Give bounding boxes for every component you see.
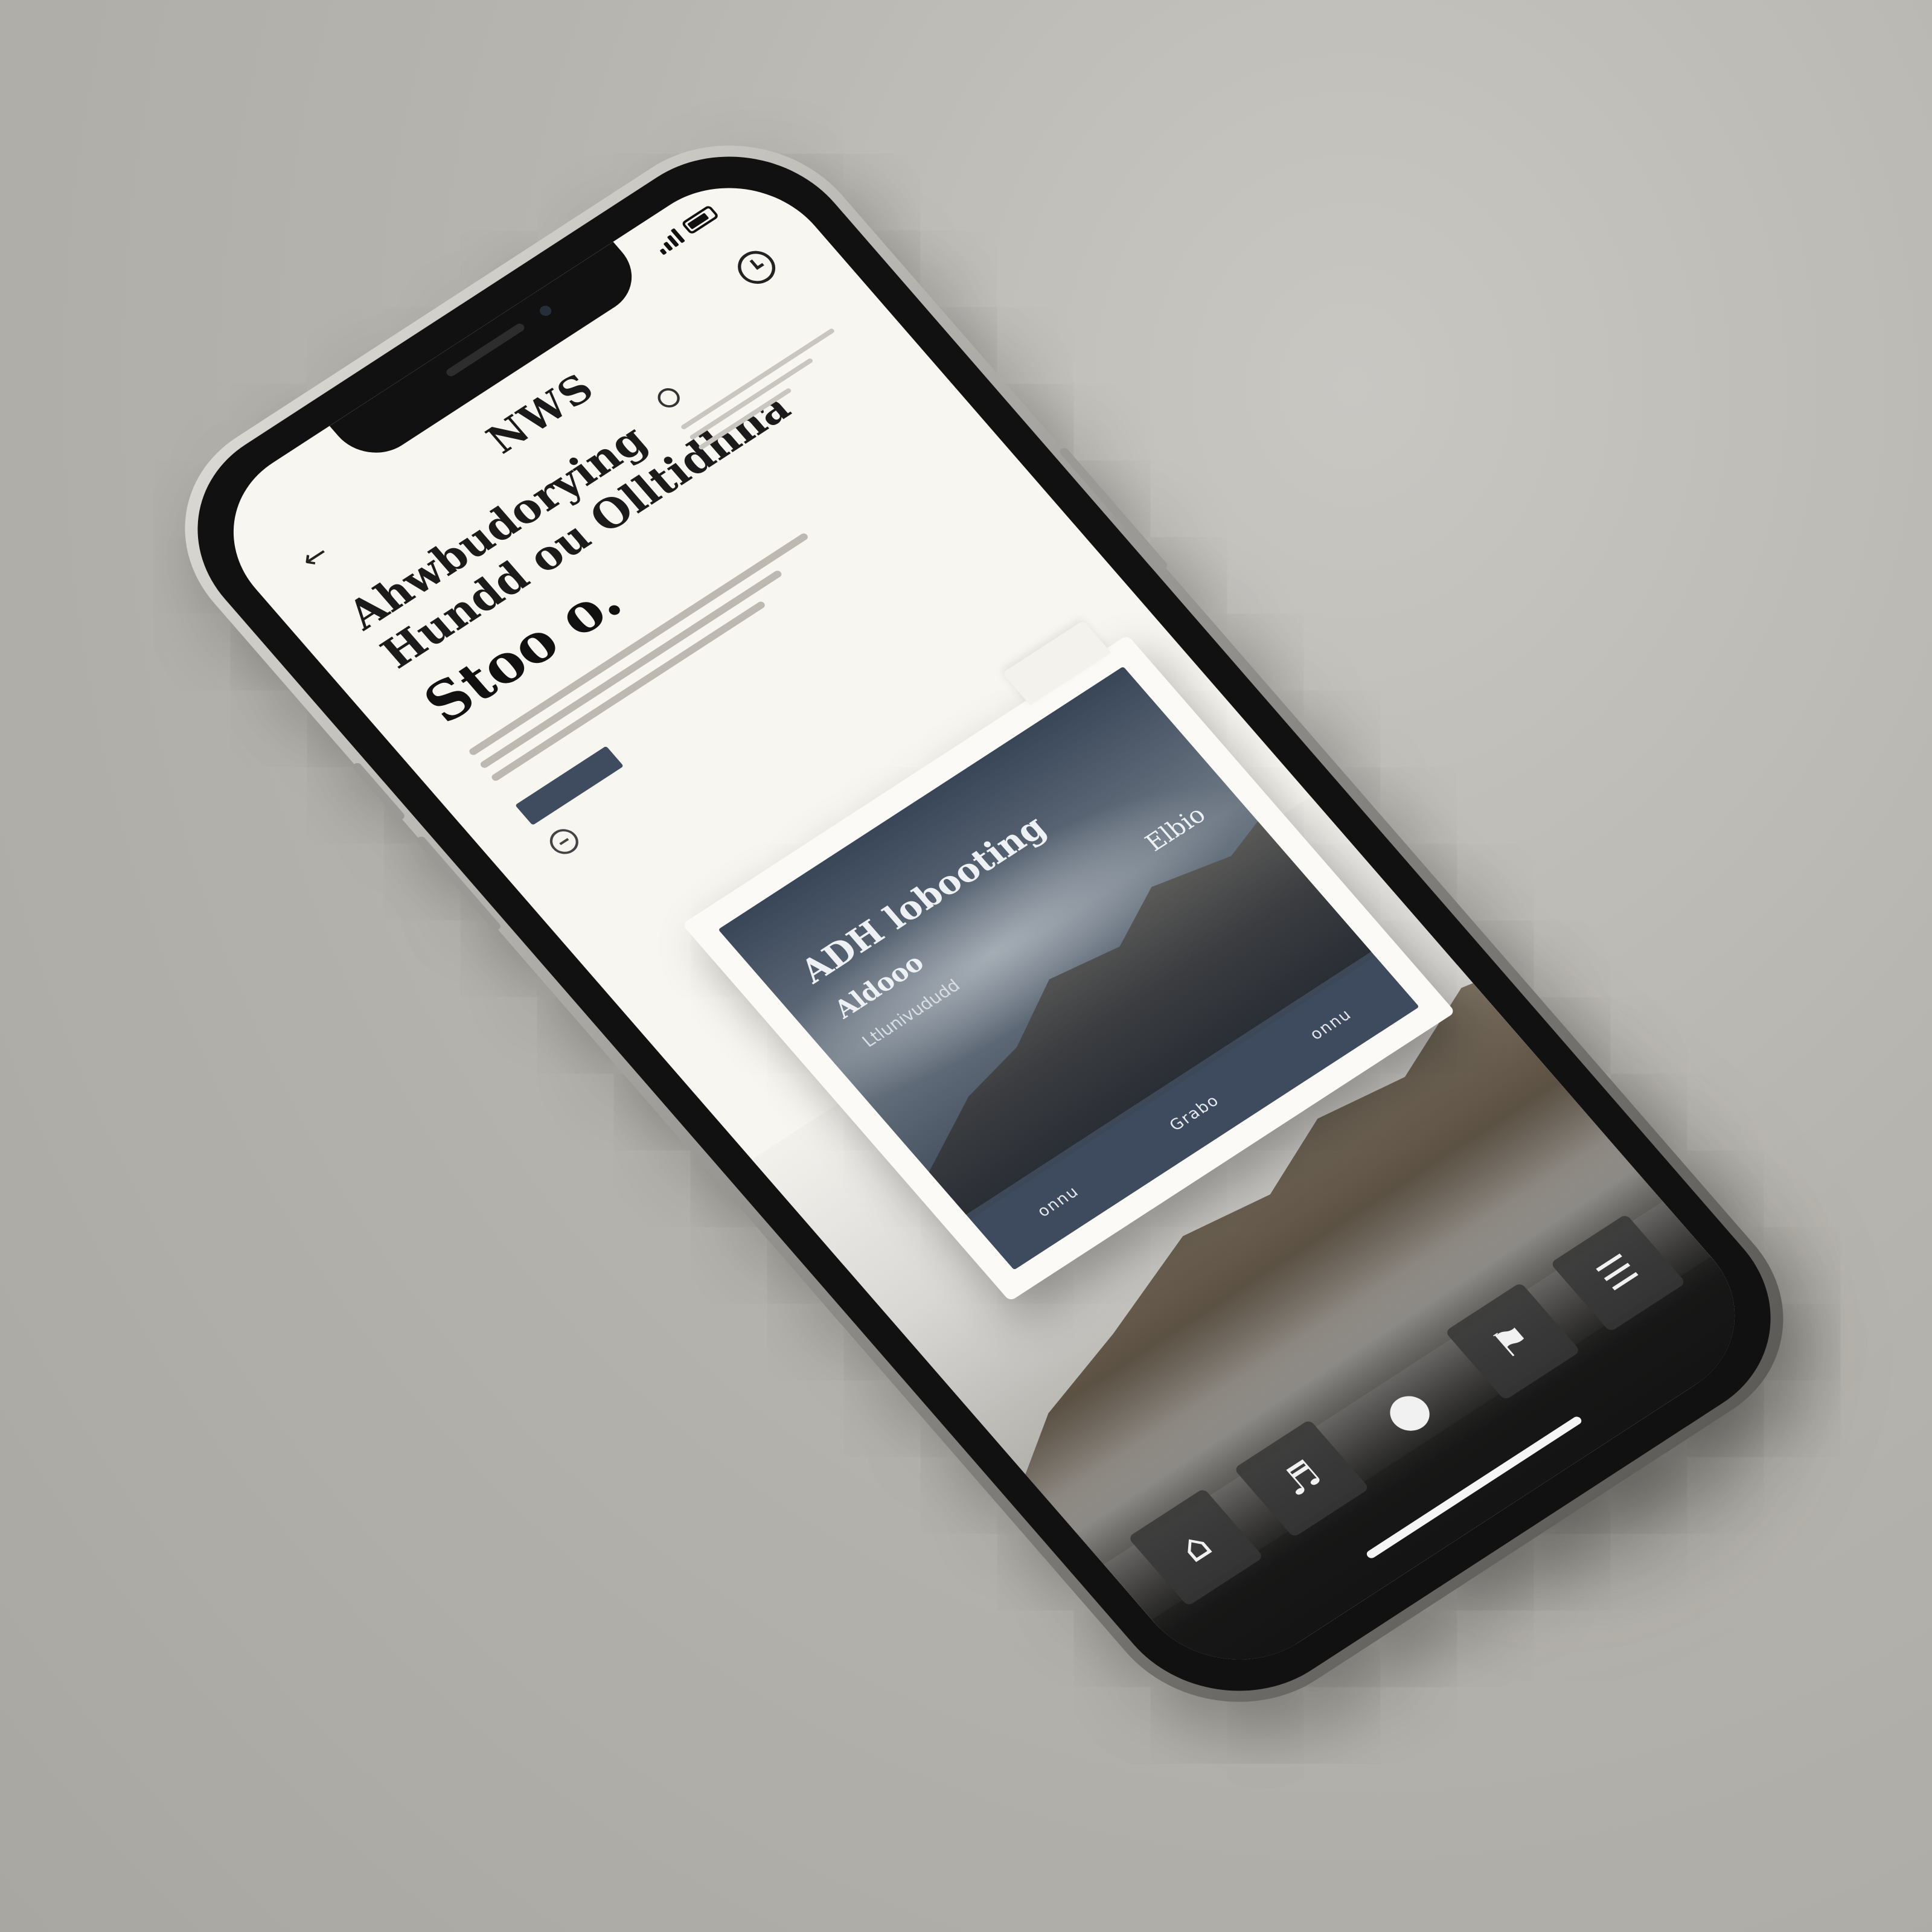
share-icon[interactable] <box>544 824 584 859</box>
card-footer-item[interactable]: onnu <box>1307 1006 1355 1044</box>
headphones-icon: ♬ <box>1271 1452 1331 1505</box>
back-arrow-icon[interactable]: ← <box>293 537 336 576</box>
bookmark-icon: ⚑ <box>1483 1315 1542 1368</box>
mockup-scene: ← NWS Ahwbudorying Hundd ou Olltidhna St… <box>0 0 1932 1932</box>
camera <box>537 304 554 318</box>
battery-icon <box>680 204 720 235</box>
phone-screen: ← NWS Ahwbudorying Hundd ou Olltidhna St… <box>191 152 1777 1695</box>
signal-icon <box>651 226 686 255</box>
phone-bezel: ← NWS Ahwbudorying Hundd ou Olltidhna St… <box>146 112 1822 1735</box>
card-footer-item[interactable]: onnu <box>1034 1183 1083 1221</box>
menu-icon: ☰ <box>1588 1246 1648 1300</box>
side-time <box>679 395 691 408</box>
text-line <box>680 327 836 430</box>
card-footer-item[interactable]: Grabo <box>1166 1092 1223 1134</box>
home-icon: ⌂ <box>1170 1523 1221 1571</box>
status-icons <box>651 203 721 255</box>
phone-device: ← NWS Ahwbudorying Hundd ou Olltidhna St… <box>130 98 1838 1749</box>
clock-icon[interactable] <box>730 244 783 290</box>
profile-icon: ● <box>1371 1377 1444 1444</box>
speaker <box>444 322 526 378</box>
